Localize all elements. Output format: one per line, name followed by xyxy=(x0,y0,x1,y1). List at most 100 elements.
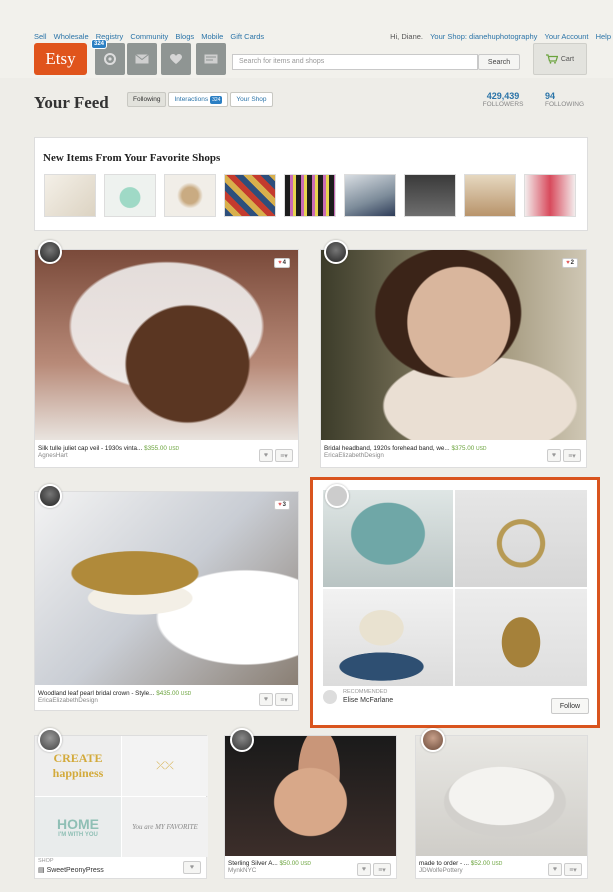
favorite-count-badge[interactable]: ♥2 xyxy=(562,258,578,268)
shop-label: SHOP xyxy=(38,858,54,864)
favorites-button[interactable] xyxy=(161,43,191,75)
activity-button[interactable]: 324 xyxy=(91,39,125,75)
listing-image[interactable] xyxy=(225,736,396,856)
follow-button[interactable]: Follow xyxy=(551,698,589,714)
nav-link-blogs[interactable]: Blogs xyxy=(175,32,194,41)
avatar[interactable] xyxy=(38,728,62,752)
etsy-logo[interactable]: Etsy xyxy=(34,43,87,75)
favorite-item-thumb[interactable] xyxy=(44,174,96,217)
favorite-button[interactable]: ♥ xyxy=(183,861,201,874)
tab-interactions[interactable]: Interactions 324 xyxy=(168,92,229,107)
favorite-button[interactable]: ♥ xyxy=(548,863,562,876)
shop-name[interactable]: AgnesHart xyxy=(38,452,179,459)
nav-link-gift-cards[interactable]: Gift Cards xyxy=(230,32,264,41)
your-shop-link[interactable]: Your Shop: dianehuphotography xyxy=(430,32,537,41)
listing-card[interactable]: ♥4 Silk tulle juliet cap veil - 1930s vi… xyxy=(34,249,299,468)
nav-link-sell[interactable]: Sell xyxy=(34,32,47,41)
recommended-image-ship[interactable] xyxy=(323,589,453,686)
purchases-button[interactable] xyxy=(196,43,226,75)
favorite-item-thumb[interactable] xyxy=(464,174,516,217)
recommended-name[interactable]: Elise McFarlane xyxy=(343,697,393,704)
list-menu-button[interactable]: ≡▾ xyxy=(275,693,293,706)
shop-name[interactable]: EricaElizabethDesign xyxy=(324,452,487,459)
listing-meta: Sterling Silver A... $50.00 USD MynkNYC xyxy=(228,860,311,874)
listing-meta: Bridal headband, 1920s forehead band, we… xyxy=(324,445,487,459)
favorite-item-thumb[interactable] xyxy=(524,174,576,217)
shop-card-name[interactable]: ▤ SweetPeonyPress xyxy=(38,866,104,874)
avatar[interactable] xyxy=(325,484,349,508)
tab-following[interactable]: Following xyxy=(127,92,167,107)
nav-link-wholesale[interactable]: Wholesale xyxy=(54,32,89,41)
listing-image[interactable] xyxy=(35,492,298,685)
search-input[interactable]: Search for items and shops xyxy=(232,54,478,70)
nav-link-community[interactable]: Community xyxy=(130,32,168,41)
favorite-item-thumb[interactable] xyxy=(164,174,216,217)
tab-your-shop[interactable]: Your Shop xyxy=(230,92,273,107)
shop-icon: ▤ xyxy=(38,867,47,874)
listing-title[interactable]: Woodland leaf pearl bridal crown - Style… xyxy=(38,690,154,697)
listing-price: $435.00 xyxy=(156,690,179,697)
favorite-item-thumb[interactable] xyxy=(344,174,396,217)
favorite-item-thumb[interactable] xyxy=(404,174,456,217)
shop-name[interactable]: JDWolfePottery xyxy=(419,867,502,874)
listing-image[interactable] xyxy=(35,250,298,440)
followers-stat[interactable]: 429,439 FOLLOWERS xyxy=(478,91,528,108)
favorite-button[interactable]: ♥ xyxy=(547,449,561,462)
listing-card[interactable]: ♥3 Woodland leaf pearl bridal crown - St… xyxy=(34,491,299,711)
listing-title[interactable]: Sterling Silver A... xyxy=(228,860,278,867)
favorite-button[interactable]: ♥ xyxy=(259,693,273,706)
favorite-item-thumb[interactable] xyxy=(224,174,276,217)
interactions-count-badge: 324 xyxy=(210,95,223,104)
avatar[interactable] xyxy=(324,240,348,264)
listing-card[interactable]: made to order - ... $52.00 USD JDWolfePo… xyxy=(415,735,588,879)
list-menu-button[interactable]: ≡▾ xyxy=(563,449,581,462)
favorite-count-badge[interactable]: ♥4 xyxy=(274,258,290,268)
listing-card[interactable]: Sterling Silver A... $50.00 USD MynkNYC … xyxy=(224,735,397,879)
greeting: Hi, Diane. xyxy=(390,32,424,41)
followers-count: 429,439 xyxy=(486,91,520,101)
favorite-count: 3 xyxy=(282,502,286,508)
following-label: FOLLOWING xyxy=(545,101,585,108)
favorite-item-thumb[interactable] xyxy=(284,174,336,217)
favorite-count-badge[interactable]: ♥3 xyxy=(274,500,290,510)
search-button[interactable]: Search xyxy=(478,54,520,70)
listing-image[interactable] xyxy=(416,736,587,856)
listing-card[interactable]: ♥2 Bridal headband, 1920s forehead band,… xyxy=(320,249,587,468)
recommended-image-pineapple[interactable] xyxy=(455,589,587,686)
avatar[interactable] xyxy=(38,240,62,264)
listing-image[interactable] xyxy=(321,250,586,440)
tab-following-label: Following xyxy=(133,96,161,103)
listing-meta: made to order - ... $52.00 USD JDWolfePo… xyxy=(419,860,502,874)
avatar[interactable] xyxy=(230,728,254,752)
cart-label: Cart xyxy=(560,55,575,63)
list-menu-button[interactable]: ≡▾ xyxy=(373,863,391,876)
shop-name[interactable]: MynkNYC xyxy=(228,867,311,874)
following-stat[interactable]: 94 FOLLOWING xyxy=(545,91,595,108)
favorite-print-image[interactable]: You are MY FAVORITE xyxy=(122,797,208,857)
avatar[interactable] xyxy=(421,728,445,752)
nav-link-mobile[interactable]: Mobile xyxy=(201,32,223,41)
messages-button[interactable] xyxy=(127,43,157,75)
shop-name[interactable]: EricaElizabethDesign xyxy=(38,697,191,704)
cart-button[interactable]: Cart xyxy=(533,43,587,75)
shop-card[interactable]: CREATE happiness ⤫⤫ HOME I'M WITH YOU You… xyxy=(34,735,208,879)
your-account-link[interactable]: Your Account xyxy=(545,32,589,41)
listing-title[interactable]: made to order - ... xyxy=(419,860,469,867)
top-links: Sell Wholesale Registry Community Blogs … xyxy=(34,32,613,41)
recommended-user-card[interactable]: RECOMMENDED Elise McFarlane Follow xyxy=(310,477,600,728)
home-print-image[interactable]: HOME I'M WITH YOU xyxy=(35,797,121,857)
listing-title[interactable]: Silk tulle juliet cap veil - 1930s vinta… xyxy=(38,445,142,452)
listing-title[interactable]: Bridal headband, 1920s forehead band, we… xyxy=(324,445,450,452)
arrows-print-image[interactable]: ⤫⤫ xyxy=(122,736,208,796)
recommended-image-ring[interactable] xyxy=(455,490,587,587)
favorite-items-strip xyxy=(44,174,576,217)
list-menu-button[interactable]: ≡▾ xyxy=(275,449,293,462)
listing-currency: USD xyxy=(491,861,503,867)
list-menu-button[interactable]: ≡▾ xyxy=(564,863,582,876)
favorite-button[interactable]: ♥ xyxy=(357,863,371,876)
avatar[interactable] xyxy=(38,484,62,508)
help-link[interactable]: Help xyxy=(596,32,611,41)
recommended-avatar[interactable] xyxy=(323,690,337,704)
favorite-button[interactable]: ♥ xyxy=(259,449,273,462)
favorite-item-thumb[interactable] xyxy=(104,174,156,217)
